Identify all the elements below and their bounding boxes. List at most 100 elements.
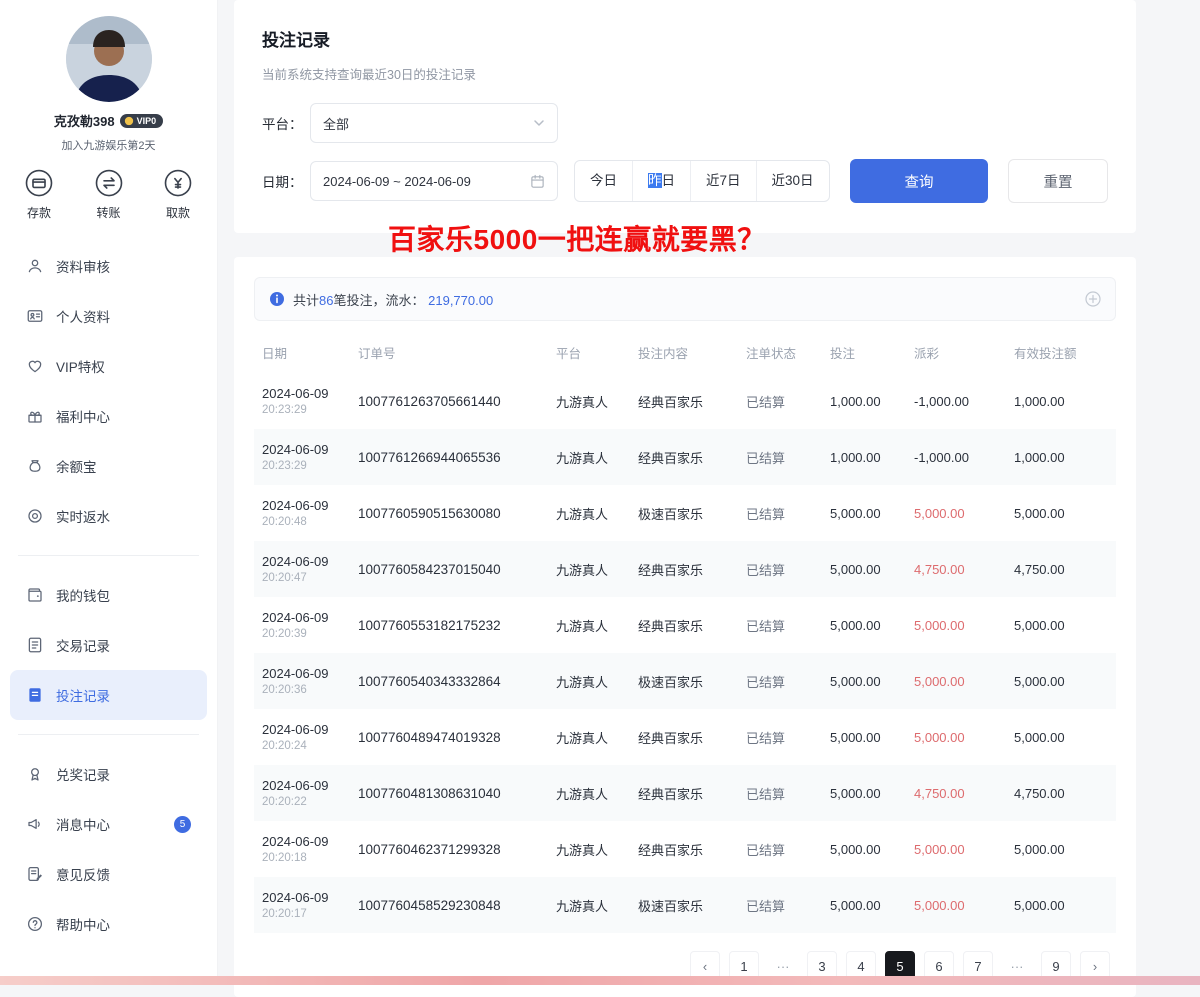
filter-card: 投注记录 当前系统支持查询最近30日的投注记录 平台： 全部 日期： 2024-… — [234, 0, 1136, 233]
sidebar-item-label: 我的钱包 — [56, 585, 110, 605]
cell-payout: -1,000.00 — [906, 429, 1006, 485]
cell-valid: 5,000.00 — [1006, 709, 1116, 765]
cell-order: 1007760462371299328 — [350, 821, 548, 877]
cell-platform: 九游真人 — [548, 373, 630, 429]
cell-bet: 5,000.00 — [822, 541, 906, 597]
quick-action-deposit[interactable]: 存款 — [24, 168, 54, 221]
avatar[interactable] — [66, 16, 152, 102]
cell-date: 2024-06-0920:20:39 — [254, 597, 350, 653]
prize-icon — [26, 765, 44, 783]
sidebar-item[interactable]: 余额宝 — [10, 441, 207, 491]
cell-status: 已结算 — [738, 765, 822, 821]
sidebar-item-label: 余额宝 — [56, 456, 97, 476]
cell-bet: 5,000.00 — [822, 821, 906, 877]
cell-content: 经典百家乐 — [630, 429, 738, 485]
quick-date-button[interactable]: 近7日 — [691, 161, 757, 201]
search-button[interactable]: 查询 — [850, 159, 988, 203]
deposit-icon — [24, 168, 54, 198]
sidebar-menu: 资料审核个人资料VIP特权福利中心余额宝实时返水我的钱包交易记录投注记录兑奖记录… — [0, 227, 217, 949]
sidebar-item[interactable]: 我的钱包 — [10, 570, 207, 620]
sidebar-item[interactable]: 意见反馈 — [10, 849, 207, 899]
cell-status: 已结算 — [738, 821, 822, 877]
vip-icon — [124, 116, 134, 126]
column-header: 派彩 — [906, 331, 1006, 373]
sidebar-item[interactable]: 交易记录 — [10, 620, 207, 670]
platform-label: 平台： — [262, 113, 310, 133]
cell-platform: 九游真人 — [548, 877, 630, 933]
sidebar-item[interactable]: 投注记录 — [10, 670, 207, 720]
cell-order: 1007760489474019328 — [350, 709, 548, 765]
doc-icon — [26, 636, 44, 654]
cell-bet: 5,000.00 — [822, 877, 906, 933]
cell-valid: 5,000.00 — [1006, 877, 1116, 933]
vip-icon — [26, 357, 44, 375]
quick-action-withdraw[interactable]: 取款 — [163, 168, 193, 221]
column-header: 注单状态 — [738, 331, 822, 373]
cell-valid: 5,000.00 — [1006, 653, 1116, 709]
cell-content: 经典百家乐 — [630, 597, 738, 653]
column-header: 订单号 — [350, 331, 548, 373]
cell-payout: 5,000.00 — [906, 821, 1006, 877]
cell-date: 2024-06-0920:20:36 — [254, 653, 350, 709]
expand-icon[interactable] — [1085, 291, 1101, 307]
cell-bet: 5,000.00 — [822, 597, 906, 653]
table-row: 2024-06-0920:20:481007760590515630080九游真… — [254, 485, 1116, 541]
cell-order: 1007761266944065536 — [350, 429, 548, 485]
sidebar-item[interactable]: 消息中心 5 — [10, 799, 207, 849]
person-icon — [26, 257, 44, 275]
cell-bet: 5,000.00 — [822, 765, 906, 821]
unread-badge: 5 — [174, 816, 191, 833]
records-card: 共计86笔投注，流水： 219,770.00 日期订单号平台投注内容注单状态投注… — [234, 257, 1136, 997]
vip-badge-label: VIP0 — [137, 116, 157, 126]
transfer-icon — [94, 168, 124, 198]
cell-platform: 九游真人 — [548, 485, 630, 541]
sidebar-item[interactable]: 个人资料 — [10, 291, 207, 341]
platform-select[interactable]: 全部 — [310, 103, 558, 143]
cell-status: 已结算 — [738, 709, 822, 765]
username: 克孜勒398 — [54, 111, 115, 130]
sidebar-item[interactable]: 实时返水 — [10, 491, 207, 541]
cell-order: 1007760590515630080 — [350, 485, 548, 541]
sidebar-item-label: 帮助中心 — [56, 914, 110, 934]
table-row: 2024-06-0920:20:361007760540343332864九游真… — [254, 653, 1116, 709]
cell-bet: 5,000.00 — [822, 485, 906, 541]
cell-order: 1007760584237015040 — [350, 541, 548, 597]
cell-payout: 5,000.00 — [906, 653, 1006, 709]
docfill-icon — [26, 686, 44, 704]
sidebar-item-label: 交易记录 — [56, 635, 110, 655]
calendar-icon — [530, 174, 545, 189]
cell-content: 极速百家乐 — [630, 485, 738, 541]
cell-valid: 4,750.00 — [1006, 541, 1116, 597]
cell-platform: 九游真人 — [548, 597, 630, 653]
sidebar-item[interactable]: 资料审核 — [10, 241, 207, 291]
user-annotation: 百家乐5000一把连赢就要黑？ — [388, 218, 766, 258]
quick-action-transfer[interactable]: 转账 — [94, 168, 124, 221]
date-range-input[interactable]: 2024-06-09 ~ 2024-06-09 — [310, 161, 558, 201]
cell-payout: 5,000.00 — [906, 709, 1006, 765]
cell-date: 2024-06-0920:20:17 — [254, 877, 350, 933]
sidebar-item-label: 消息中心 — [56, 814, 110, 834]
cell-platform: 九游真人 — [548, 709, 630, 765]
sidebar-item[interactable]: 帮助中心 — [10, 899, 207, 949]
sidebar-item[interactable]: 福利中心 — [10, 391, 207, 441]
megaphone-icon — [26, 815, 44, 833]
sidebar-item[interactable]: 兑奖记录 — [10, 749, 207, 799]
cell-valid: 1,000.00 — [1006, 373, 1116, 429]
cell-status: 已结算 — [738, 877, 822, 933]
page-title: 投注记录 — [262, 26, 1108, 51]
quick-date-button[interactable]: 今日 — [575, 161, 633, 201]
cell-content: 经典百家乐 — [630, 821, 738, 877]
cell-content: 经典百家乐 — [630, 541, 738, 597]
cell-valid: 1,000.00 — [1006, 429, 1116, 485]
moneybag-icon — [26, 457, 44, 475]
quick-date-button[interactable]: 近30日 — [757, 161, 829, 201]
quick-date-button[interactable]: 昨日 — [633, 161, 691, 201]
cell-payout: 5,000.00 — [906, 877, 1006, 933]
main-content: 投注记录 当前系统支持查询最近30日的投注记录 平台： 全部 日期： 2024-… — [218, 0, 1200, 985]
cell-platform: 九游真人 — [548, 821, 630, 877]
vip-badge: VIP0 — [120, 114, 164, 128]
reset-button[interactable]: 重置 — [1008, 159, 1108, 203]
quick-date-group: 今日昨日近7日近30日 — [574, 160, 830, 202]
sidebar-item[interactable]: VIP特权 — [10, 341, 207, 391]
sidebar-item-label: 投注记录 — [56, 685, 110, 705]
